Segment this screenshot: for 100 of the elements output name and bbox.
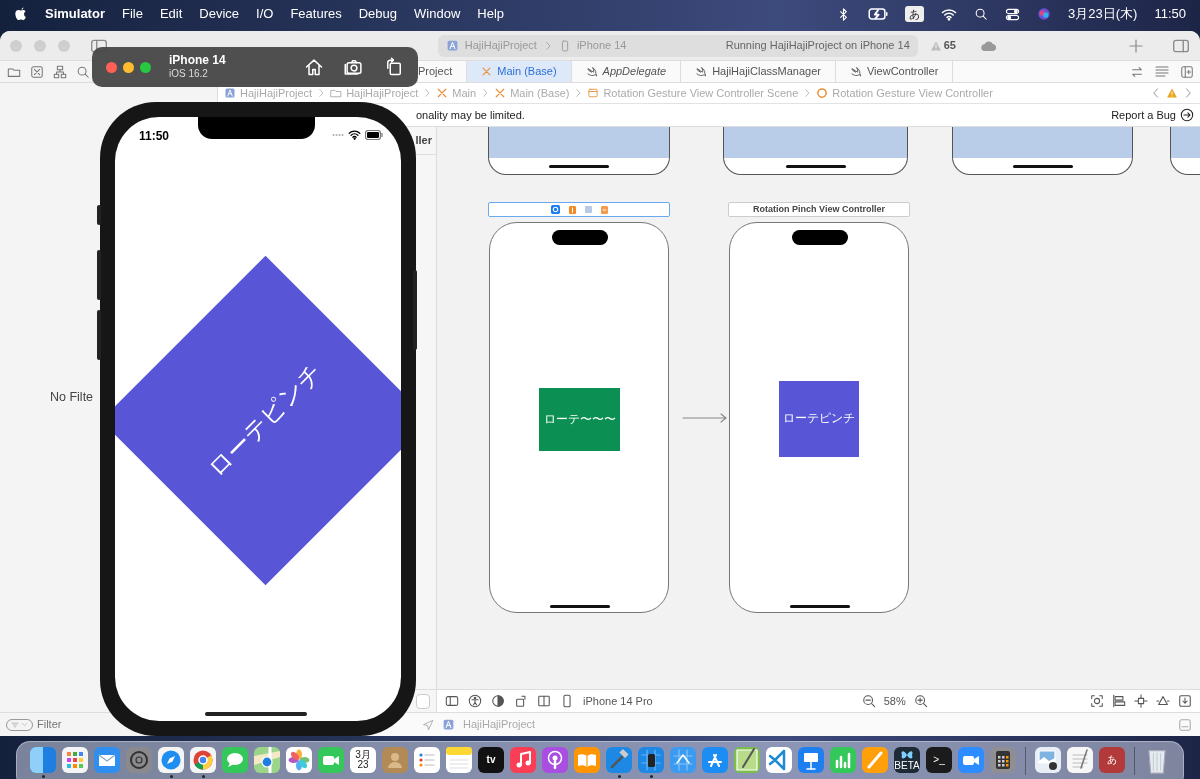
app-menu[interactable]: Simulator xyxy=(45,4,105,24)
home-indicator xyxy=(550,605,610,608)
open-book-icon[interactable] xyxy=(574,747,600,773)
align-icon[interactable] xyxy=(1112,694,1126,708)
arrow-circle-icon xyxy=(1180,108,1194,122)
filter-icon xyxy=(10,719,20,730)
music-note-icon[interactable] xyxy=(510,747,536,773)
speech-bubble-icon[interactable] xyxy=(222,747,248,773)
gear-icon[interactable] xyxy=(126,747,152,773)
activity-status: Running HajiHajiProject on iPhone 14 xyxy=(725,38,910,54)
orb-icon[interactable] xyxy=(1037,7,1052,21)
search-icon[interactable] xyxy=(974,7,989,21)
pin-icon[interactable] xyxy=(1134,694,1148,708)
zoom-out-icon[interactable] xyxy=(861,694,876,708)
add-editor-icon[interactable] xyxy=(1180,64,1194,79)
menu-item[interactable]: Edit xyxy=(159,4,183,24)
calendar-day: 23 xyxy=(357,760,369,771)
compass-icon[interactable] xyxy=(158,747,184,773)
menu-item[interactable]: Features xyxy=(290,4,342,24)
kana-app-icon[interactable]: あ xyxy=(1099,747,1125,773)
photo-viewer-icon[interactable] xyxy=(1035,747,1061,773)
rotate-icon[interactable] xyxy=(384,57,404,77)
filter-field[interactable] xyxy=(416,693,430,709)
window-control[interactable] xyxy=(140,61,151,73)
location-icon[interactable] xyxy=(422,718,434,731)
broadcast-icon[interactable] xyxy=(542,747,568,773)
device-selector[interactable]: iPhone 14 Pro xyxy=(583,692,653,710)
editor-tab[interactable]: AppDelegate xyxy=(571,61,682,82)
window-control[interactable] xyxy=(123,61,134,73)
video-camera-icon[interactable] xyxy=(318,747,344,773)
menu-item[interactable]: Help xyxy=(477,4,505,24)
editor-tab[interactable]: ViewController xyxy=(836,61,954,82)
menu-item[interactable]: Device xyxy=(199,4,240,24)
warning-count[interactable]: 65 xyxy=(943,37,956,54)
screenshot-icon[interactable] xyxy=(344,57,364,77)
map-icon[interactable] xyxy=(254,747,280,773)
orientation-icon[interactable] xyxy=(514,694,528,708)
trash-can-icon[interactable] xyxy=(1145,747,1169,774)
bar-chart-icon[interactable] xyxy=(830,747,856,773)
scene-title-bar[interactable] xyxy=(488,202,670,217)
view-square[interactable]: ローテ〜〜〜 xyxy=(539,388,620,451)
notepad-icon[interactable] xyxy=(446,747,472,773)
podium-icon[interactable] xyxy=(798,747,824,773)
scene-title-bar[interactable]: Rotation Pinch View Controller xyxy=(728,202,910,217)
accessibility-icon[interactable] xyxy=(468,694,482,708)
report-bug-button[interactable]: Report a Bug xyxy=(1111,106,1194,124)
home-icon[interactable] xyxy=(304,57,324,77)
apple-logo-icon[interactable] xyxy=(14,6,28,22)
menu-bar-date: 3月23日(木) xyxy=(1068,5,1138,24)
terminal-icon[interactable]: >_ xyxy=(926,747,952,773)
video-camera-icon[interactable] xyxy=(958,747,984,773)
source-control-icon[interactable] xyxy=(30,64,44,79)
flower-icon[interactable] xyxy=(286,747,312,773)
zoom-in-icon[interactable] xyxy=(913,694,928,708)
blueprint-phone-icon[interactable] xyxy=(638,747,664,773)
update-frames-icon[interactable] xyxy=(1090,694,1104,708)
calculator-icon[interactable] xyxy=(990,747,1016,773)
device-name: iPhone 14 xyxy=(169,54,226,69)
control-center-icon[interactable] xyxy=(1005,6,1021,22)
appearance-icon[interactable] xyxy=(491,694,505,708)
debug-area-toggle-icon[interactable] xyxy=(1178,718,1192,733)
envelope-icon[interactable] xyxy=(94,747,120,773)
device-icon[interactable] xyxy=(560,694,574,708)
split-icon[interactable] xyxy=(537,694,551,708)
menu-item[interactable]: Window xyxy=(414,4,461,24)
grid-icon[interactable] xyxy=(62,747,88,773)
resolve-icon[interactable] xyxy=(1156,694,1170,708)
menu-item[interactable]: Debug xyxy=(358,4,398,24)
blueprint-icon[interactable] xyxy=(670,747,696,773)
tricolor-circle-icon[interactable] xyxy=(190,747,216,773)
signal-icon xyxy=(332,132,344,137)
editor-tab[interactable]: Main (Base) xyxy=(467,61,572,82)
swap-icon[interactable] xyxy=(1130,64,1144,79)
warning-icon[interactable] xyxy=(1166,87,1178,99)
battery-icon xyxy=(365,129,383,140)
wifi-icon[interactable] xyxy=(941,6,958,22)
pencil-map-icon[interactable] xyxy=(734,747,760,773)
hierarchy-icon[interactable] xyxy=(53,64,67,79)
menu-item[interactable]: File xyxy=(121,4,143,24)
hammer-icon[interactable] xyxy=(606,747,632,773)
document-icon[interactable] xyxy=(1067,747,1093,773)
two-tone-icon[interactable] xyxy=(30,747,56,773)
window-control[interactable] xyxy=(106,61,117,73)
home-indicator xyxy=(790,605,850,608)
list-icon[interactable] xyxy=(414,747,440,773)
store-icon[interactable] xyxy=(702,747,728,773)
calendar-icon[interactable]: 3月 23 xyxy=(350,747,376,773)
beta-label: BETA xyxy=(894,760,920,772)
beta-app-icon[interactable]: BETA xyxy=(894,747,920,773)
square-label: ローテピンチ xyxy=(201,356,328,484)
menu-item[interactable]: I/O xyxy=(256,4,274,24)
tv-app-icon[interactable]: tv xyxy=(478,747,504,773)
view-square[interactable]: ローテピンチ xyxy=(779,381,859,457)
outline-toggle-icon[interactable] xyxy=(445,694,459,708)
pen-icon[interactable] xyxy=(862,747,888,773)
chevron-icon[interactable] xyxy=(766,747,792,773)
embed-icon[interactable] xyxy=(1178,694,1192,708)
filter-field[interactable]: Filter xyxy=(37,716,77,733)
editor-tab[interactable]: HajiHajiClassManager xyxy=(681,61,836,82)
input-source-button[interactable]: あ xyxy=(905,5,925,23)
